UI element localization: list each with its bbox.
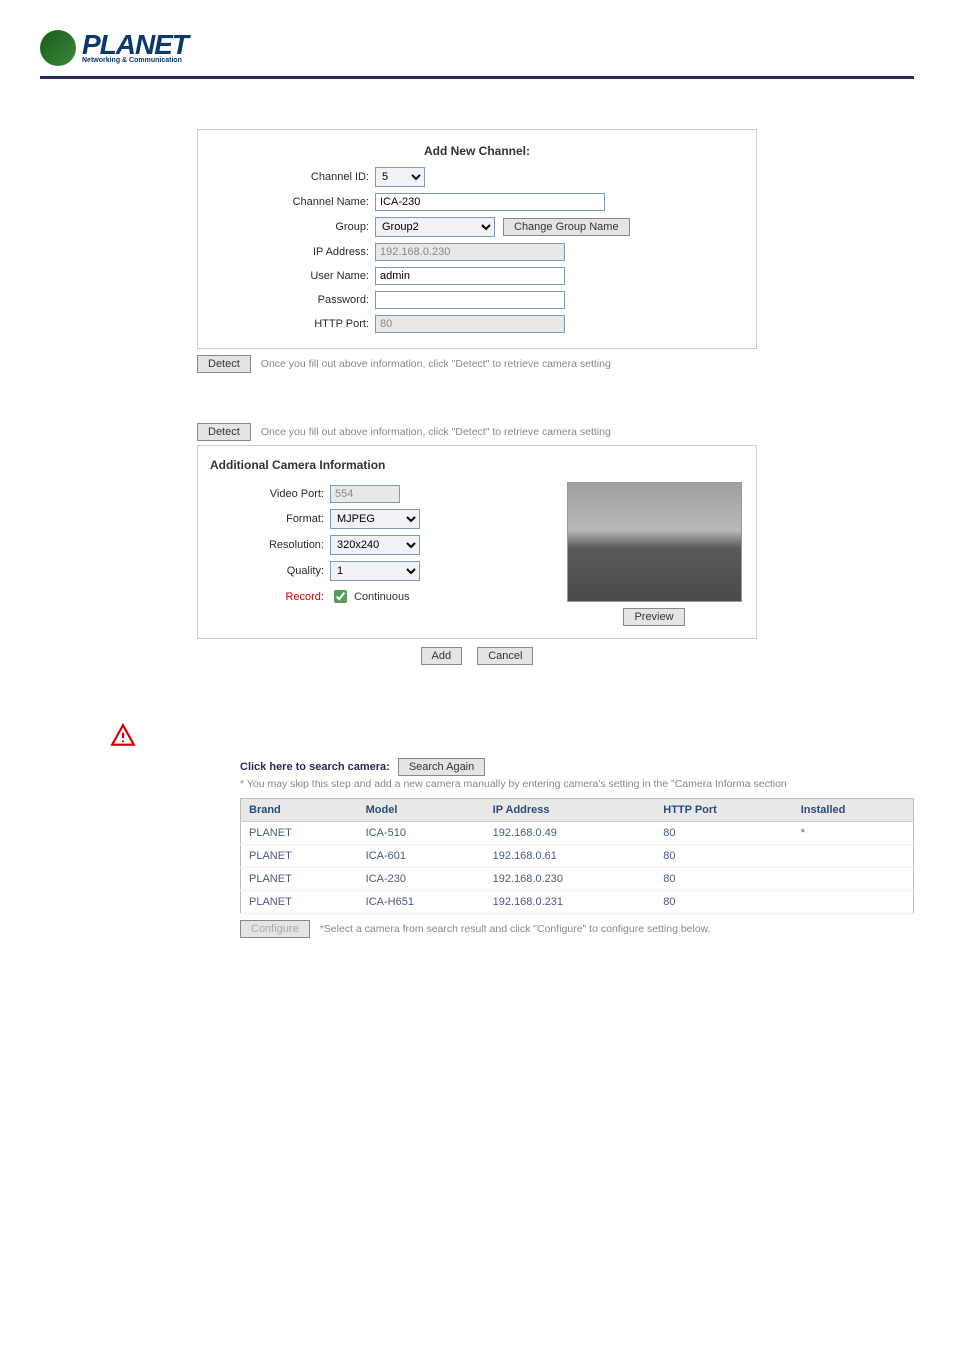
record-continuous-checkbox[interactable] [334, 590, 347, 603]
preview-button[interactable]: Preview [623, 608, 684, 626]
cell-port: 80 [655, 822, 792, 845]
channel-id-select[interactable]: 5 [375, 167, 425, 187]
table-row[interactable]: PLANETICA-H651192.168.0.23180 [241, 891, 914, 914]
resolution-label: Resolution: [210, 539, 330, 551]
add-button[interactable]: Add [421, 647, 463, 665]
user-name-label: User Name: [210, 270, 375, 282]
cell-model: ICA-510 [358, 822, 485, 845]
configure-hint: *Select a camera from search result and … [320, 923, 711, 935]
cancel-button[interactable]: Cancel [477, 647, 533, 665]
cell-installed [793, 891, 914, 914]
http-port-label: HTTP Port: [210, 318, 375, 330]
cell-ip: 192.168.0.61 [485, 845, 656, 868]
cell-brand: PLANET [241, 845, 358, 868]
search-results-table: Brand Model IP Address HTTP Port Install… [240, 798, 914, 914]
quality-label: Quality: [210, 565, 330, 577]
page-header: PLANET Networking & Communication [40, 30, 914, 66]
cell-port: 80 [655, 891, 792, 914]
additional-info-section: Detect Once you fill out above informati… [197, 423, 757, 673]
search-again-button[interactable]: Search Again [398, 758, 485, 776]
col-brand: Brand [241, 799, 358, 822]
cell-brand: PLANET [241, 891, 358, 914]
password-input[interactable] [375, 291, 565, 309]
user-name-input[interactable] [375, 267, 565, 285]
search-camera-section: Click here to search camera: Search Agai… [240, 758, 914, 938]
warning-icon [110, 723, 914, 752]
cell-model: ICA-H651 [358, 891, 485, 914]
col-installed: Installed [793, 799, 914, 822]
video-port-label: Video Port: [210, 488, 330, 500]
logo-main: PLANET [82, 32, 188, 57]
detect-hint-2: Once you fill out above information, cli… [261, 426, 611, 438]
search-camera-label: Click here to search camera: [240, 761, 390, 773]
detect-button-2[interactable]: Detect [197, 423, 251, 441]
channel-name-input[interactable] [375, 193, 605, 211]
record-label: Record: [210, 591, 330, 603]
group-select[interactable]: Group2 [375, 217, 495, 237]
table-row[interactable]: PLANETICA-510192.168.0.4980* [241, 822, 914, 845]
cell-brand: PLANET [241, 868, 358, 891]
cell-port: 80 [655, 868, 792, 891]
col-model: Model [358, 799, 485, 822]
panel-title: Add New Channel: [210, 138, 744, 164]
cell-ip: 192.168.0.231 [485, 891, 656, 914]
additional-info-title: Additional Camera Information [210, 454, 744, 482]
table-row[interactable]: PLANETICA-230192.168.0.23080 [241, 868, 914, 891]
header-divider [40, 76, 914, 79]
cell-ip: 192.168.0.230 [485, 868, 656, 891]
group-label: Group: [210, 221, 375, 233]
camera-preview-image [567, 482, 742, 602]
quality-select[interactable]: 1 [330, 561, 420, 581]
http-port-input [375, 315, 565, 333]
table-row[interactable]: PLANETICA-601192.168.0.6180 [241, 845, 914, 868]
additional-info-panel: Additional Camera Information Video Port… [197, 445, 757, 639]
cell-brand: PLANET [241, 822, 358, 845]
col-ip: IP Address [485, 799, 656, 822]
search-note: * You may skip this step and add a new c… [240, 778, 914, 790]
col-port: HTTP Port [655, 799, 792, 822]
video-port-input [330, 485, 400, 503]
channel-name-label: Channel Name: [210, 196, 375, 208]
cell-installed [793, 845, 914, 868]
logo-text: PLANET Networking & Communication [82, 32, 188, 64]
record-continuous-label: Continuous [354, 591, 410, 603]
cell-port: 80 [655, 845, 792, 868]
configure-button[interactable]: Configure [240, 920, 310, 938]
detect-button[interactable]: Detect [197, 355, 251, 373]
cell-ip: 192.168.0.49 [485, 822, 656, 845]
ip-address-input [375, 243, 565, 261]
add-new-channel-section: Add New Channel: Channel ID: 5 Channel N… [197, 129, 757, 373]
detect-hint: Once you fill out above information, cli… [261, 358, 611, 370]
brand-logo: PLANET Networking & Communication [40, 30, 914, 66]
format-select[interactable]: MJPEG [330, 509, 420, 529]
logo-tagline: Networking & Communication [82, 57, 188, 64]
format-label: Format: [210, 513, 330, 525]
globe-icon [40, 30, 76, 66]
cell-installed: * [793, 822, 914, 845]
cell-model: ICA-230 [358, 868, 485, 891]
change-group-name-button[interactable]: Change Group Name [503, 218, 630, 236]
channel-id-label: Channel ID: [210, 171, 375, 183]
cell-model: ICA-601 [358, 845, 485, 868]
resolution-select[interactable]: 320x240 [330, 535, 420, 555]
cell-installed [793, 868, 914, 891]
ip-address-label: IP Address: [210, 246, 375, 258]
add-new-channel-panel: Add New Channel: Channel ID: 5 Channel N… [197, 129, 757, 349]
password-label: Password: [210, 294, 375, 306]
